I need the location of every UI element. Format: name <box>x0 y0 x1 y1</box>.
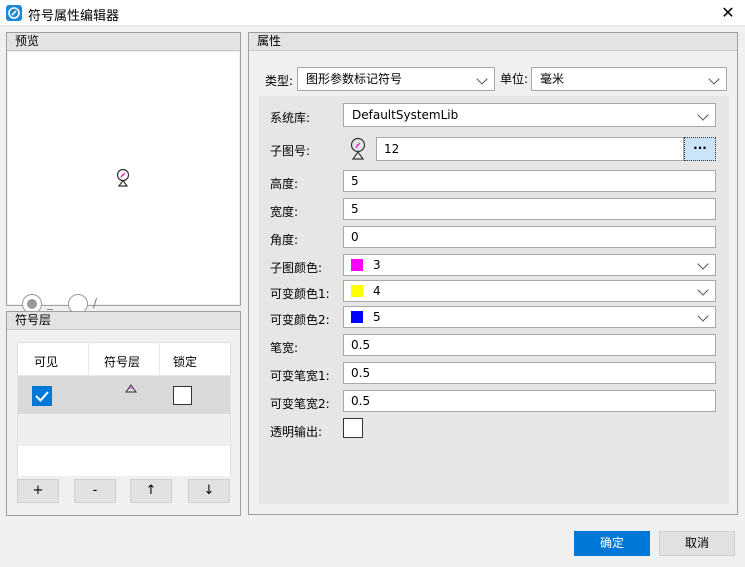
angle-input[interactable]: 0 <box>343 226 716 248</box>
move-up-button[interactable]: ↑ <box>130 479 172 503</box>
radio-option-1-label: _ <box>47 296 53 310</box>
chevron-down-icon <box>476 73 488 85</box>
remove-layer-button[interactable]: - <box>74 479 116 503</box>
layer-table: 可见 符号层 锁定 <box>17 342 231 477</box>
transparent-checkbox[interactable] <box>343 418 363 438</box>
chevron-down-icon <box>708 73 720 85</box>
height-input[interactable]: 5 <box>343 170 716 192</box>
window-title: 符号属性编辑器 <box>28 9 120 24</box>
chevron-down-icon <box>697 310 709 322</box>
height-label: 高度: <box>270 177 299 191</box>
cancel-button[interactable]: 取消 <box>659 531 735 556</box>
subcolor-swatch <box>351 259 363 271</box>
close-button[interactable]: ✕ <box>714 2 742 24</box>
chevron-down-icon <box>697 284 709 296</box>
pen-width-input[interactable]: 0.5 <box>343 334 716 356</box>
var-color1-label: 可变颜色1: <box>270 287 330 301</box>
var-pen2-input[interactable]: 0.5 <box>343 390 716 412</box>
radio-option-2-label: / <box>93 296 98 310</box>
layer-group: 符号层 可见 符号层 锁定 + - ↑ ↓ <box>6 311 241 516</box>
properties-panel: 系统库: DefaultSystemLib 子图号: 12 ··· 高度: 5 … <box>259 96 729 504</box>
type-select[interactable]: 图形参数标记符号 <box>297 67 495 91</box>
close-icon: ✕ <box>721 3 735 22</box>
unit-select[interactable]: 毫米 <box>531 67 727 91</box>
check-icon <box>35 391 49 402</box>
subfigure-browse-button[interactable]: ··· <box>684 137 716 161</box>
column-header-visible: 可见 <box>34 355 59 369</box>
var-color2-select[interactable]: 5 <box>343 306 716 328</box>
layer-symbol-icon <box>125 384 137 393</box>
type-label: 类型: <box>265 74 294 88</box>
transparent-label: 透明输出: <box>270 425 323 439</box>
subfigure-input[interactable]: 12 <box>376 137 684 161</box>
subcolor-label: 子图颜色: <box>270 261 323 275</box>
var-pen1-input[interactable]: 0.5 <box>343 362 716 384</box>
ok-button[interactable]: 确定 <box>574 531 650 556</box>
chevron-down-icon <box>697 109 709 121</box>
angle-label: 角度: <box>270 233 299 247</box>
move-down-button[interactable]: ↓ <box>188 479 230 503</box>
symbol-preview-icon <box>116 168 130 187</box>
column-header-layer: 符号层 <box>104 355 141 369</box>
table-row <box>18 414 230 446</box>
layer-header: 符号层 <box>7 312 240 330</box>
properties-header: 属性 <box>249 33 737 51</box>
width-label: 宽度: <box>270 205 299 219</box>
properties-group: 属性 类型: 图形参数标记符号 单位: 毫米 系统库: DefaultSyste… <box>248 32 738 515</box>
width-input[interactable]: 5 <box>343 198 716 220</box>
subfigure-symbol-icon <box>350 137 366 160</box>
subfigure-label: 子图号: <box>270 144 311 158</box>
var-color1-swatch <box>351 285 363 297</box>
lib-label: 系统库: <box>270 111 311 125</box>
var-pen2-label: 可变笔宽2: <box>270 397 330 411</box>
pen-width-label: 笔宽: <box>270 341 299 355</box>
preview-canvas: _ / <box>8 52 239 314</box>
lock-checkbox[interactable] <box>173 386 192 405</box>
app-icon <box>6 5 22 21</box>
var-pen1-label: 可变笔宽1: <box>270 369 330 383</box>
var-color2-swatch <box>351 311 363 323</box>
preview-header: 预览 <box>7 33 240 51</box>
table-row[interactable] <box>18 376 230 414</box>
table-row <box>18 446 230 476</box>
title-bar: 符号属性编辑器 ✕ <box>0 0 745 26</box>
chevron-down-icon <box>697 258 709 270</box>
var-color2-label: 可变颜色2: <box>270 313 330 327</box>
unit-label: 单位: <box>500 72 529 86</box>
column-header-lock: 锁定 <box>173 355 198 369</box>
subcolor-select[interactable]: 3 <box>343 254 716 276</box>
preview-group: 预览 _ / <box>6 32 241 314</box>
visible-checkbox[interactable] <box>32 386 52 406</box>
add-layer-button[interactable]: + <box>17 479 59 503</box>
lib-select[interactable]: DefaultSystemLib <box>343 103 716 127</box>
var-color1-select[interactable]: 4 <box>343 280 716 302</box>
